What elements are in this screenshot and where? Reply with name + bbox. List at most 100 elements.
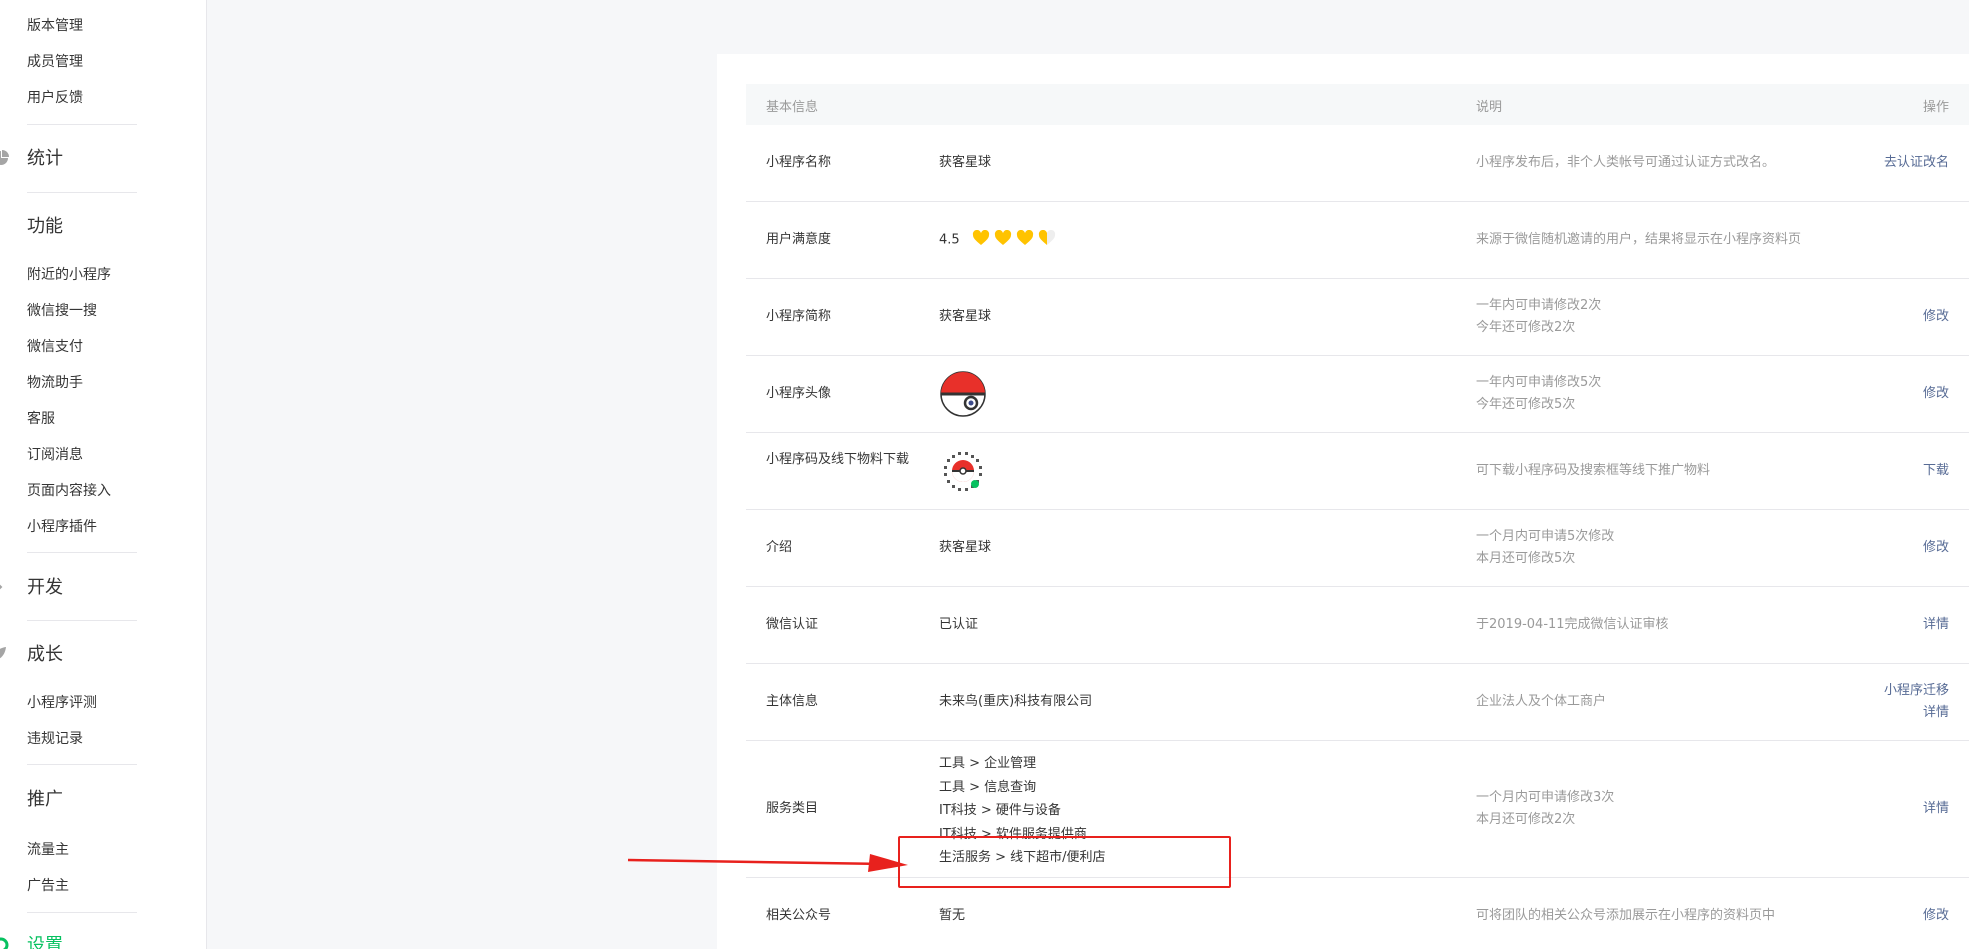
half-heart-icon bbox=[1038, 229, 1055, 245]
mini-program-avatar bbox=[940, 371, 986, 417]
migrate-mini-program-link[interactable]: 小程序迁移 bbox=[1884, 680, 1949, 702]
basic-info-panel: 基本信息 说明 操作 小程序名称 获客星球 小程序发布后，非个人类帐号可通过认证… bbox=[717, 54, 1969, 949]
row-label: 服务类目 bbox=[766, 801, 819, 816]
sidebar-item-nearby[interactable]: 附近的小程序 bbox=[27, 265, 177, 285]
row-value: 获客星球 bbox=[939, 309, 992, 324]
rating-stars bbox=[972, 229, 1060, 251]
category-item: 工具 > 企业管理 bbox=[939, 756, 1037, 771]
sidebar-group-label: 统计 bbox=[27, 148, 63, 169]
edit-official-account-link[interactable]: 修改 bbox=[1923, 905, 1949, 927]
heart-icon bbox=[972, 229, 989, 245]
sidebar-group-label: 开发 bbox=[27, 577, 63, 598]
desc-line: 一个月内可申请修改3次 bbox=[1476, 790, 1615, 805]
category-details-link[interactable]: 详情 bbox=[1923, 798, 1949, 820]
sidebar-group-label: 推广 bbox=[27, 789, 63, 810]
row-label: 小程序简称 bbox=[766, 309, 832, 324]
row-description: 可下载小程序码及搜索框等线下推广物料 bbox=[1476, 463, 1711, 478]
table-row-rating: 用户满意度 4.5 来源于微信随机邀请的用户，结果将显示在小程序资料页 bbox=[746, 202, 1969, 279]
sidebar-item-members[interactable]: 成员管理 bbox=[27, 52, 177, 72]
row-description: 于2019-04-11完成微信认证审核 bbox=[1476, 617, 1669, 632]
rating-value: 4.5 bbox=[939, 232, 960, 248]
table-row-entity: 主体信息 未来鸟(重庆)科技有限公司 企业法人及个体工商户 小程序迁移 详情 bbox=[746, 664, 1969, 741]
megaphone-icon bbox=[0, 790, 10, 808]
category-item: 工具 > 信息查询 bbox=[939, 779, 1037, 795]
row-value: 暂无 bbox=[939, 908, 966, 923]
sidebar-item-subscribe-msg[interactable]: 订阅消息 bbox=[27, 445, 177, 465]
grid-icon bbox=[0, 217, 10, 235]
sidebar-item-plugins[interactable]: 小程序插件 bbox=[27, 517, 177, 537]
sidebar-item-wechat-pay[interactable]: 微信支付 bbox=[27, 337, 177, 357]
sidebar-item-violations[interactable]: 违规记录 bbox=[27, 729, 177, 749]
header-basic-info: 基本信息 bbox=[766, 100, 819, 115]
verification-details-link[interactable]: 详情 bbox=[1923, 614, 1949, 636]
row-value: 已认证 bbox=[939, 617, 979, 632]
sidebar-divider bbox=[27, 552, 137, 553]
edit-avatar-link[interactable]: 修改 bbox=[1923, 383, 1949, 405]
sidebar-divider bbox=[27, 124, 137, 125]
row-description: 一个月内可申请5次修改 本月还可修改5次 bbox=[1476, 526, 1614, 570]
sidebar-divider bbox=[27, 912, 137, 913]
heart-icon bbox=[1016, 229, 1033, 245]
desc-line: 一年内可申请修改5次 bbox=[1476, 375, 1602, 390]
desc-line: 今年还可修改2次 bbox=[1476, 320, 1576, 335]
sidebar-group-label: 成长 bbox=[27, 644, 63, 665]
row-value: 未来鸟(重庆)科技有限公司 bbox=[939, 694, 1093, 709]
table-header: 基本信息 说明 操作 bbox=[746, 84, 1969, 125]
sidebar-group-label: 设置 bbox=[27, 935, 63, 949]
desc-line: 本月还可修改2次 bbox=[1476, 812, 1576, 827]
sidebar-group-features[interactable]: 功能 bbox=[0, 213, 160, 241]
edit-intro-link[interactable]: 修改 bbox=[1923, 537, 1949, 559]
row-description: 可将团队的相关公众号添加展示在小程序的资料页中 bbox=[1476, 908, 1776, 923]
sidebar-item-logistics[interactable]: 物流助手 bbox=[27, 373, 177, 393]
sidebar-group-settings[interactable]: 设置 bbox=[0, 932, 160, 949]
sidebar-item-version[interactable]: 版本管理 bbox=[27, 16, 177, 36]
rating-value-wrap: 4.5 bbox=[939, 229, 1060, 252]
sidebar-item-wechat-search[interactable]: 微信搜一搜 bbox=[27, 301, 177, 321]
table-row-avatar: 小程序头像 一年内可申请修改5次 今年还可修改5次 修改 bbox=[746, 356, 1969, 433]
row-description: 来源于微信随机邀请的用户，结果将显示在小程序资料页 bbox=[1476, 232, 1802, 247]
category-item: IT科技 > 硬件与设备 bbox=[939, 803, 1061, 818]
sidebar-item-feedback[interactable]: 用户反馈 bbox=[27, 88, 177, 108]
desc-line: 一个月内可申请5次修改 bbox=[1476, 529, 1615, 544]
rename-via-verification-link[interactable]: 去认证改名 bbox=[1884, 152, 1949, 174]
sidebar-group-dev[interactable]: 开发 bbox=[0, 574, 160, 602]
sidebar-item-evaluation[interactable]: 小程序评测 bbox=[27, 693, 177, 713]
sidebar-item-publisher[interactable]: 流量主 bbox=[27, 840, 177, 860]
entity-details-link[interactable]: 详情 bbox=[1923, 702, 1949, 724]
edit-short-name-link[interactable]: 修改 bbox=[1923, 306, 1949, 328]
row-label: 介绍 bbox=[766, 540, 793, 555]
gear-icon bbox=[0, 937, 9, 949]
row-label: 主体信息 bbox=[766, 694, 819, 709]
table-row-verification: 微信认证 已认证 于2019-04-11完成微信认证审核 详情 bbox=[746, 587, 1969, 664]
row-label: 小程序码及线下物料下载 bbox=[766, 452, 910, 467]
sidebar-item-customer-service[interactable]: 客服 bbox=[27, 409, 177, 429]
row-label: 微信认证 bbox=[766, 617, 819, 632]
sidebar-item-page-content[interactable]: 页面内容接入 bbox=[27, 481, 177, 501]
annotation-highlight-box bbox=[898, 836, 1231, 888]
sidebar-item-advertiser[interactable]: 广告主 bbox=[27, 876, 177, 896]
desc-line: 一年内可申请修改2次 bbox=[1476, 298, 1602, 313]
row-value: 获客星球 bbox=[939, 155, 992, 170]
row-value: 获客星球 bbox=[939, 540, 992, 555]
download-code-link[interactable]: 下载 bbox=[1923, 460, 1949, 482]
sidebar-group-growth[interactable]: 成长 bbox=[0, 641, 160, 669]
sidebar-divider bbox=[27, 764, 137, 765]
header-operation: 操作 bbox=[1922, 100, 1949, 115]
mini-program-code-image bbox=[940, 448, 986, 494]
row-label: 小程序头像 bbox=[766, 386, 832, 401]
desc-line: 今年还可修改5次 bbox=[1476, 397, 1576, 412]
table-row-short-name: 小程序简称 获客星球 一年内可申请修改2次 今年还可修改2次 修改 bbox=[746, 279, 1969, 356]
code-icon bbox=[0, 584, 3, 590]
sidebar-group-stats[interactable]: 统计 bbox=[0, 145, 160, 173]
table-row-name: 小程序名称 获客星球 小程序发布后，非个人类帐号可通过认证方式改名。 去认证改名 bbox=[746, 125, 1969, 202]
row-description: 小程序发布后，非个人类帐号可通过认证方式改名。 bbox=[1476, 155, 1776, 170]
header-description: 说明 bbox=[1476, 100, 1503, 115]
sidebar-group-promo[interactable]: 推广 bbox=[0, 786, 160, 814]
table-row-official-account: 相关公众号 暂无 可将团队的相关公众号添加展示在小程序的资料页中 修改 bbox=[746, 878, 1969, 949]
row-description: 一年内可申请修改5次 今年还可修改5次 bbox=[1476, 372, 1601, 416]
sidebar-divider bbox=[27, 192, 137, 193]
row-label: 相关公众号 bbox=[766, 908, 832, 923]
row-description: 一个月内可申请修改3次 本月还可修改2次 bbox=[1476, 787, 1614, 831]
row-label: 小程序名称 bbox=[766, 155, 832, 170]
sidebar: 版本管理 成员管理 用户反馈 统计 功能 附近的小程序 微信搜一搜 微信支付 物… bbox=[0, 0, 207, 949]
